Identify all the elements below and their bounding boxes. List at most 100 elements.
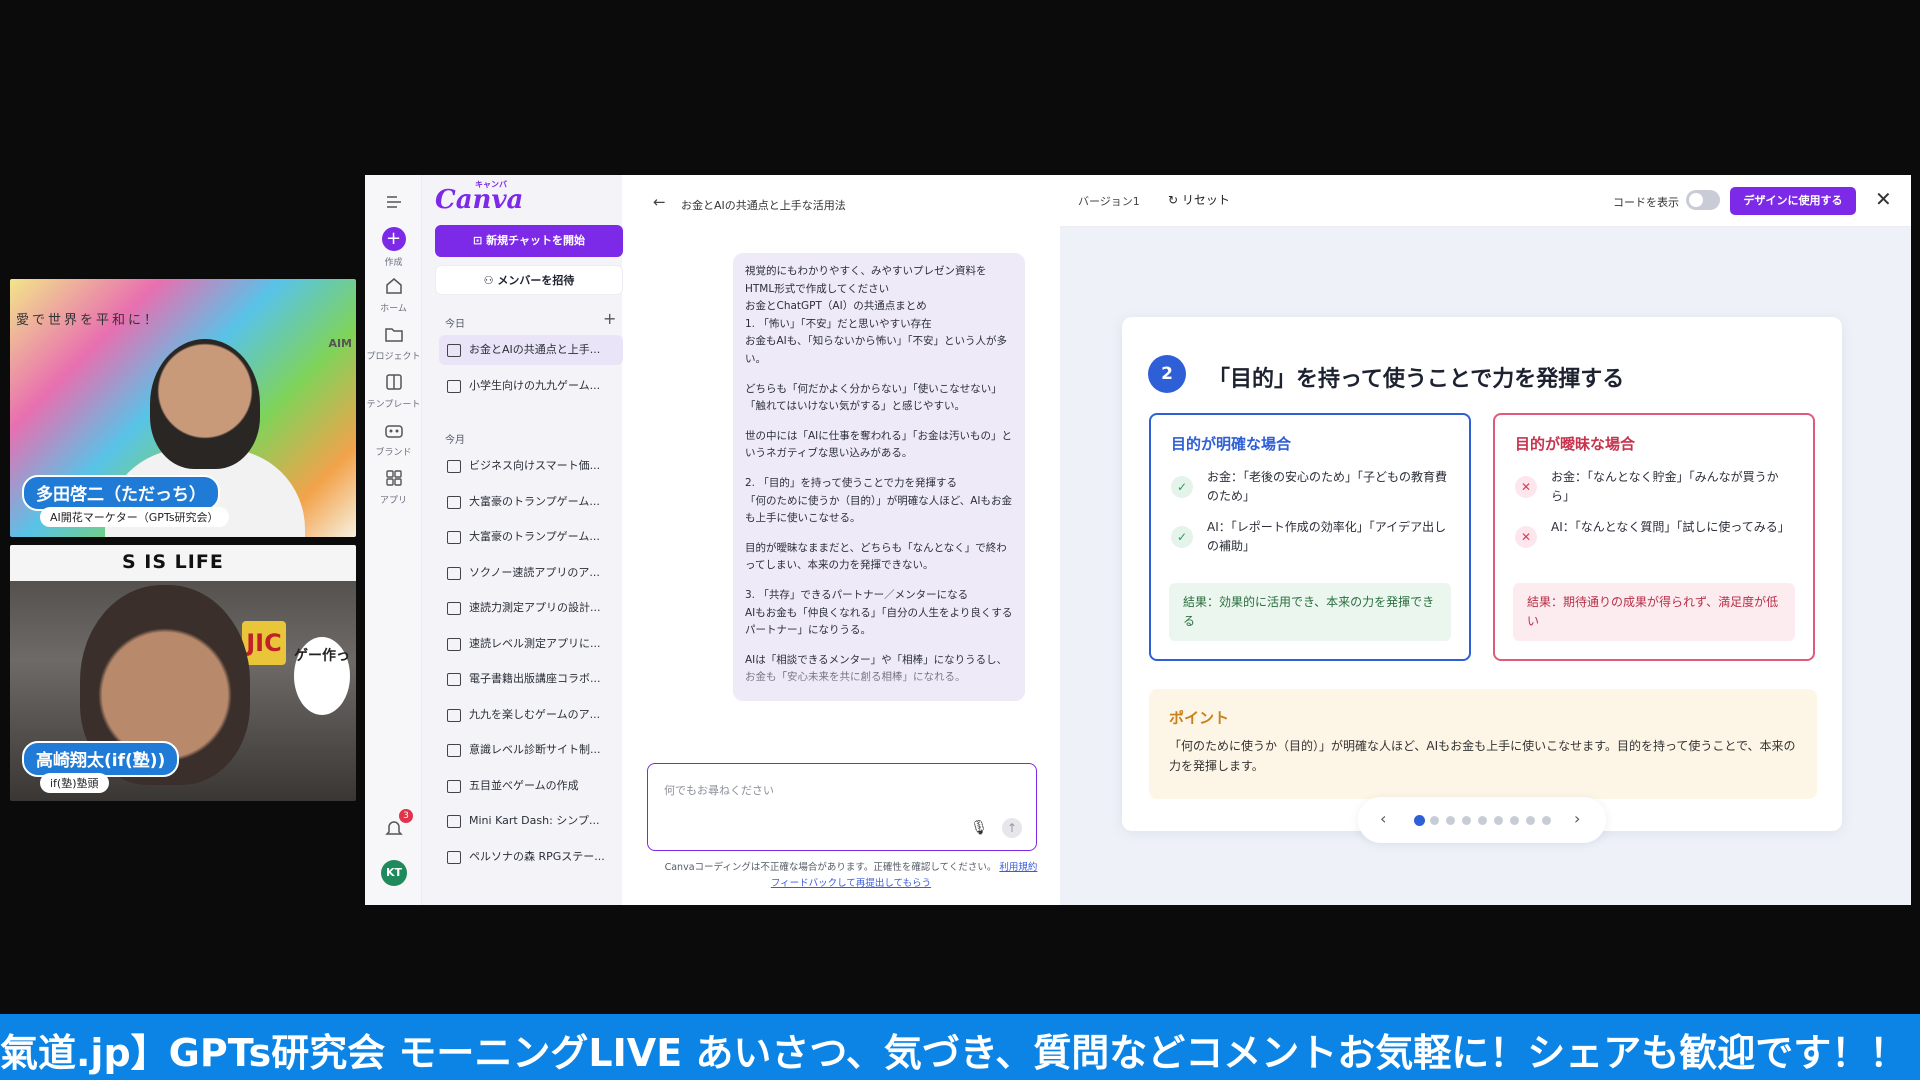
message-paragraph: 2. 「目的」を持って使うことで力を発揮する 「何のために使うか（目的）」が明確…	[745, 476, 1013, 525]
point-box: ポイント 「何のために使うか（目的）」が明確な人ほど、AIもお金も上手に使いこな…	[1149, 689, 1817, 799]
rail-item-templates[interactable]: テンプレート	[365, 371, 422, 410]
pager-dots	[1414, 815, 1554, 826]
card-item: ✓ AI：「レポート作成の効率化」「アイデア出しの補助」	[1171, 518, 1449, 556]
check-icon: ✓	[1171, 476, 1193, 498]
chat-input[interactable]: 何でもお尋ねください 🎙 ↑	[647, 763, 1037, 851]
template-icon	[385, 374, 402, 390]
chat-item[interactable]: 意識レベル診断サイト制...	[439, 735, 623, 765]
chat-item[interactable]: 大富豪のトランプゲーム...	[439, 487, 623, 517]
canva-logo: Canva キャンバ	[435, 179, 523, 215]
chat-item[interactable]: ビジネス向けスマート価...	[439, 451, 623, 481]
plus-icon: +	[381, 227, 406, 251]
invite-members-button[interactable]: ⚇ メンバーを招待	[435, 265, 623, 295]
show-code-label: コードを表示	[1613, 196, 1679, 209]
chevron-right-icon[interactable]: ›	[1574, 809, 1580, 828]
pager-dot[interactable]	[1526, 816, 1535, 825]
pager-dot[interactable]	[1478, 816, 1487, 825]
rail-item-label: アプリ	[379, 496, 407, 506]
disclaimer-body: Canvaコーディングは不正確な場合があります。正確性を確認してください。	[664, 862, 997, 873]
card-item: ✕ お金：「なんとなく貯金」「みんなが買うから」	[1515, 468, 1793, 506]
rail-item-create[interactable]: + 作成	[365, 227, 422, 268]
rail-item-apps[interactable]: アプリ	[365, 467, 422, 506]
send-arrow-icon[interactable]: ↑	[1002, 818, 1022, 838]
chat-item[interactable]: 速読力測定アプリの設計...	[439, 593, 623, 623]
webcam-aim-text: AIM	[328, 337, 352, 350]
chat-item[interactable]: 小学生向けの九九ゲーム...	[439, 371, 623, 401]
left-rail: + 作成 ホーム プロジェクト テンプレート ブランド アプリ 3 KT	[365, 175, 422, 905]
chat-item[interactable]: 速読レベル測定アプリに...	[439, 629, 623, 659]
card-item-text: AI：「なんとなく質問」「試しに使ってみる」	[1551, 520, 1790, 534]
rail-item-projects[interactable]: プロジェクト	[365, 323, 422, 362]
slide-number-badge: 2	[1148, 355, 1186, 393]
refresh-icon: ↻	[1168, 193, 1182, 207]
add-chat-plus-icon[interactable]: +	[603, 309, 616, 328]
webcam-speech-bubble: ゲー作っ	[294, 637, 350, 715]
live-ticker-banner: 氣道.jp】GPTs研究会 モーニングLIVE あいさつ、気づき、質問などコメン…	[0, 1014, 1920, 1080]
card-result: 結果：期待通りの成果が得られず、満足度が低い	[1513, 583, 1795, 641]
card-item-text: お金：「老後の安心のため」「子どもの教育費のため」	[1207, 470, 1448, 503]
chat-item[interactable]: ペルソナの森 RPGステー...	[439, 842, 623, 872]
chat-item-active[interactable]: お金とAIの共通点と上手...	[439, 335, 623, 365]
close-icon[interactable]: ✕	[1875, 187, 1892, 211]
chat-panel: ← お金とAIの共通点と上手な活用法 視覚的にもわかりやすく、みやすいプレゼン資…	[635, 175, 1050, 905]
presenter-face	[150, 339, 260, 469]
reset-label: リセット	[1181, 193, 1230, 207]
preview-toolbar: バージョン1 ↻ リセット コードを表示 デザインに使用する ✕	[1060, 175, 1911, 227]
section-label-today: 今日	[445, 319, 465, 330]
point-heading: ポイント	[1169, 709, 1230, 727]
chevron-left-icon[interactable]: ‹	[1380, 809, 1386, 828]
card-item: ✕ AI：「なんとなく質問」「試しに使ってみる」	[1515, 518, 1793, 556]
role-plate-host: AI開花マーケター（GPTs研究会）	[40, 507, 229, 527]
card-heading: 目的が曖昧な場合	[1515, 435, 1636, 453]
pager-dot[interactable]	[1446, 816, 1455, 825]
cross-icon: ✕	[1515, 526, 1537, 548]
card-item-text: AI：「レポート作成の効率化」「アイデア出しの補助」	[1207, 520, 1447, 553]
chat-item[interactable]: 五目並べゲームの作成	[439, 771, 623, 801]
reset-button[interactable]: ↻ リセット	[1168, 191, 1230, 208]
pager-dot[interactable]	[1462, 816, 1471, 825]
new-chat-icon: ⊡	[473, 234, 487, 247]
user-avatar[interactable]: KT	[381, 860, 407, 886]
chat-item[interactable]: 大富豪のトランプゲーム...	[439, 522, 623, 552]
logo-subtext: キャンバ	[475, 179, 507, 189]
pager-dot[interactable]	[1542, 816, 1551, 825]
rail-item-home[interactable]: ホーム	[365, 275, 422, 314]
message-paragraph: 目的が曖昧なままだと、どちらも「なんとなく」で終わってしまい、本来の力を発揮でき…	[745, 541, 1007, 572]
apps-icon	[385, 470, 402, 486]
rail-item-label: プロジェクト	[366, 352, 421, 362]
pager-dot[interactable]	[1494, 816, 1503, 825]
add-user-icon: ⚇	[483, 274, 498, 287]
point-text: 「何のために使うか（目的）」が明確な人ほど、AIもお金も上手に使いこなせます。目…	[1169, 739, 1796, 773]
show-code-toggle[interactable]	[1686, 190, 1720, 210]
rail-item-brand[interactable]: ブランド	[365, 419, 422, 458]
card-heading: 目的が明確な場合	[1171, 435, 1292, 453]
new-chat-label: 新規チャットを開始	[486, 234, 585, 247]
chat-item[interactable]: 電子書籍出版講座コラボ...	[439, 664, 623, 694]
webcam-feed-host: 愛で世界を平和に！ AIM 多田啓二（ただっち） AI開花マーケター（GPTs研…	[10, 279, 356, 537]
slide-card: 2 「目的」を持って使うことで力を発揮する 目的が明確な場合 ✓ お金：「老後の…	[1122, 317, 1842, 831]
folder-icon	[384, 328, 403, 342]
back-arrow-icon[interactable]: ←	[653, 193, 666, 211]
pager-dot-active[interactable]	[1414, 815, 1425, 826]
chat-item[interactable]: Mini Kart Dash: シンプ...	[439, 806, 623, 836]
pager-dot[interactable]	[1430, 816, 1439, 825]
role-plate-guest: if(塾)塾頭	[40, 773, 109, 793]
disclaimer-text: Canvaコーディングは不正確な場合があります。正確性を確認してください。 利用…	[651, 860, 1051, 892]
chat-item[interactable]: 九九を楽しむゲームのア...	[439, 700, 623, 730]
webcam-feed-guest: S IS LIFE JIC ゲー作っ 高崎翔太(if(塾)) if(塾)塾頭	[10, 545, 356, 801]
vague-purpose-card: 目的が曖昧な場合 ✕ お金：「なんとなく貯金」「みんなが買うから」 ✕ AI：「…	[1493, 413, 1815, 661]
webcam-motto-text: S IS LIFE	[122, 551, 224, 573]
use-in-design-button[interactable]: デザインに使用する	[1730, 187, 1856, 215]
chat-input-placeholder: 何でもお尋ねください	[664, 784, 774, 797]
pager-dot[interactable]	[1510, 816, 1519, 825]
collapse-sidebar-button[interactable]	[365, 191, 422, 217]
new-chat-button[interactable]: ⊡ 新規チャットを開始	[435, 225, 623, 257]
chat-item[interactable]: ソクノー速読アプリのア...	[439, 558, 623, 588]
message-paragraph: 3. 「共存」できるパートナー／メンターになる AIもお金も「仲良くなれる」「自…	[745, 588, 1013, 637]
slide-pager: ‹ ›	[1358, 797, 1606, 843]
feedback-link[interactable]: フィードバックして再提出してもらう	[771, 878, 931, 889]
menu-collapse-icon	[386, 196, 401, 208]
version-label[interactable]: バージョン1	[1078, 193, 1140, 209]
terms-link[interactable]: 利用規約	[999, 862, 1037, 873]
microphone-icon[interactable]: 🎙	[970, 820, 988, 836]
